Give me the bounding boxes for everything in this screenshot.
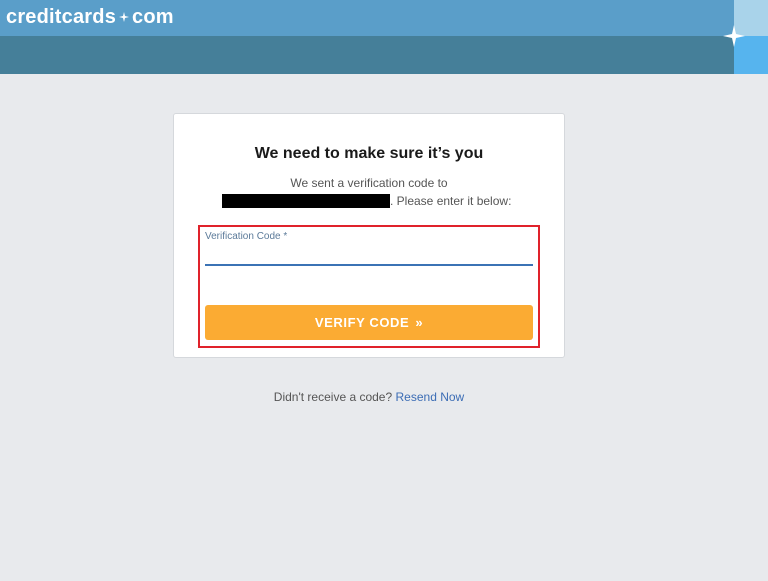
verify-code-button[interactable]: VERIFY CODE » bbox=[205, 305, 533, 340]
resend-prompt: Didn't receive a code? bbox=[273, 390, 393, 404]
verification-message-line1: We sent a verification code to bbox=[290, 176, 448, 190]
site-header: creditcards com bbox=[0, 0, 768, 74]
resend-now-link[interactable]: Resend Now bbox=[396, 390, 465, 404]
logo-text-right: com bbox=[132, 5, 174, 28]
logo-text-left: creditcards bbox=[6, 5, 117, 28]
resend-row: Didn't receive a code? Resend Now bbox=[0, 390, 738, 404]
page-title: We need to make sure it’s you bbox=[254, 145, 484, 162]
redacted-contact bbox=[222, 194, 390, 208]
verification-message-line2: . Please enter it below: bbox=[222, 193, 511, 209]
double-chevron-right-icon: » bbox=[415, 315, 424, 330]
logo-star-icon bbox=[119, 12, 130, 22]
verification-message-suffix: . Please enter it below: bbox=[390, 194, 512, 208]
sparkle-icon bbox=[723, 25, 745, 47]
verify-code-label: VERIFY CODE bbox=[314, 315, 410, 330]
header-bottom-band bbox=[0, 36, 734, 74]
logo[interactable]: creditcards com bbox=[6, 4, 174, 30]
verification-code-label: Verification Code * bbox=[205, 231, 288, 242]
verification-code-input[interactable] bbox=[205, 244, 533, 266]
